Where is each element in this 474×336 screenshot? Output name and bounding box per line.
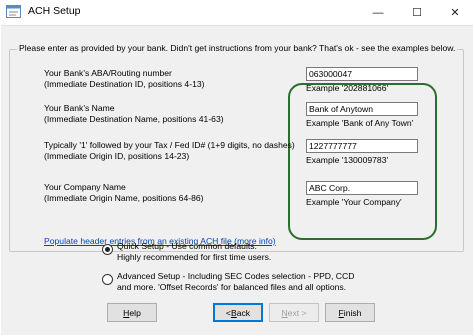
bank-name-label-main: Your Bank's Name — [44, 103, 115, 113]
minimize-button[interactable]: — — [359, 0, 397, 25]
dialog-body: Please enter as provided by your bank. D… — [1, 25, 473, 335]
routing-number-label-sub: (Immediate Destination ID, positions 4-1… — [44, 78, 205, 89]
quick-setup-label[interactable]: Quick Setup - Use common defaults. Highl… — [117, 241, 271, 262]
finish-button-suffix: inish — [343, 307, 362, 318]
company-name-input[interactable]: ABC Corp. — [306, 181, 418, 195]
routing-number-label: Your Bank's ABA/Routing number (Immediat… — [44, 68, 205, 89]
window-title: ACH Setup — [28, 5, 81, 17]
bank-name-example: Example 'Bank of Any Town' — [306, 118, 414, 128]
instructions-text: Please enter as provided by your bank. D… — [17, 43, 458, 53]
advanced-setup-radio[interactable] — [102, 274, 113, 285]
help-button-suffix: elp — [129, 307, 141, 318]
maximize-icon: ☐ — [412, 7, 422, 19]
app-icon — [6, 5, 21, 18]
bank-name-label: Your Bank's Name (Immediate Destination … — [44, 103, 224, 124]
company-name-label-sub: (Immediate Origin Name, positions 64-86) — [44, 192, 204, 203]
tax-id-input[interactable]: 1227777777 — [306, 139, 418, 153]
company-name-example: Example 'Your Company' — [306, 197, 402, 207]
help-button[interactable]: Help — [107, 303, 157, 322]
next-button[interactable]: Next > — [269, 303, 319, 322]
title-bar: ACH Setup — ☐ ✕ — [0, 0, 474, 25]
tax-id-example: Example '130009783' — [306, 155, 389, 165]
close-icon: ✕ — [450, 7, 460, 19]
tax-id-label-main: Typically '1' followed by your Tax / Fed… — [44, 140, 295, 150]
routing-number-example: Example '202881066' — [306, 83, 389, 93]
back-button[interactable]: < Back — [213, 303, 263, 322]
routing-number-input[interactable]: 063000047 — [306, 67, 418, 81]
close-button[interactable]: ✕ — [436, 0, 474, 25]
bank-name-label-sub: (Immediate Destination Name, positions 4… — [44, 113, 224, 124]
quick-setup-radio[interactable] — [102, 244, 113, 255]
back-button-suffix: ack — [236, 307, 251, 318]
tax-id-label: Typically '1' followed by your Tax / Fed… — [44, 140, 295, 161]
advanced-setup-line1: Advanced Setup - Including SEC Codes sel… — [117, 271, 355, 281]
advanced-setup-label[interactable]: Advanced Setup - Including SEC Codes sel… — [117, 271, 354, 292]
quick-setup-line2: Highly recommended for first time users. — [117, 251, 272, 262]
quick-setup-line1: Quick Setup - Use common defaults. — [117, 241, 257, 251]
routing-number-label-main: Your Bank's ABA/Routing number — [44, 68, 172, 78]
company-name-label: Your Company Name (Immediate Origin Name… — [44, 182, 204, 203]
bank-name-input[interactable]: Bank of Anytown — [306, 102, 418, 116]
minimize-icon: — — [372, 6, 384, 19]
maximize-button[interactable]: ☐ — [398, 0, 436, 25]
advanced-setup-line2: and more. 'Offset Records' for balanced … — [117, 281, 347, 292]
next-button-suffix: ext > — [287, 307, 307, 318]
tax-id-label-sub: (Immediate Origin ID, positions 14-23) — [44, 150, 190, 161]
finish-button[interactable]: Finish — [325, 303, 375, 322]
company-name-label-main: Your Company Name — [44, 182, 126, 192]
